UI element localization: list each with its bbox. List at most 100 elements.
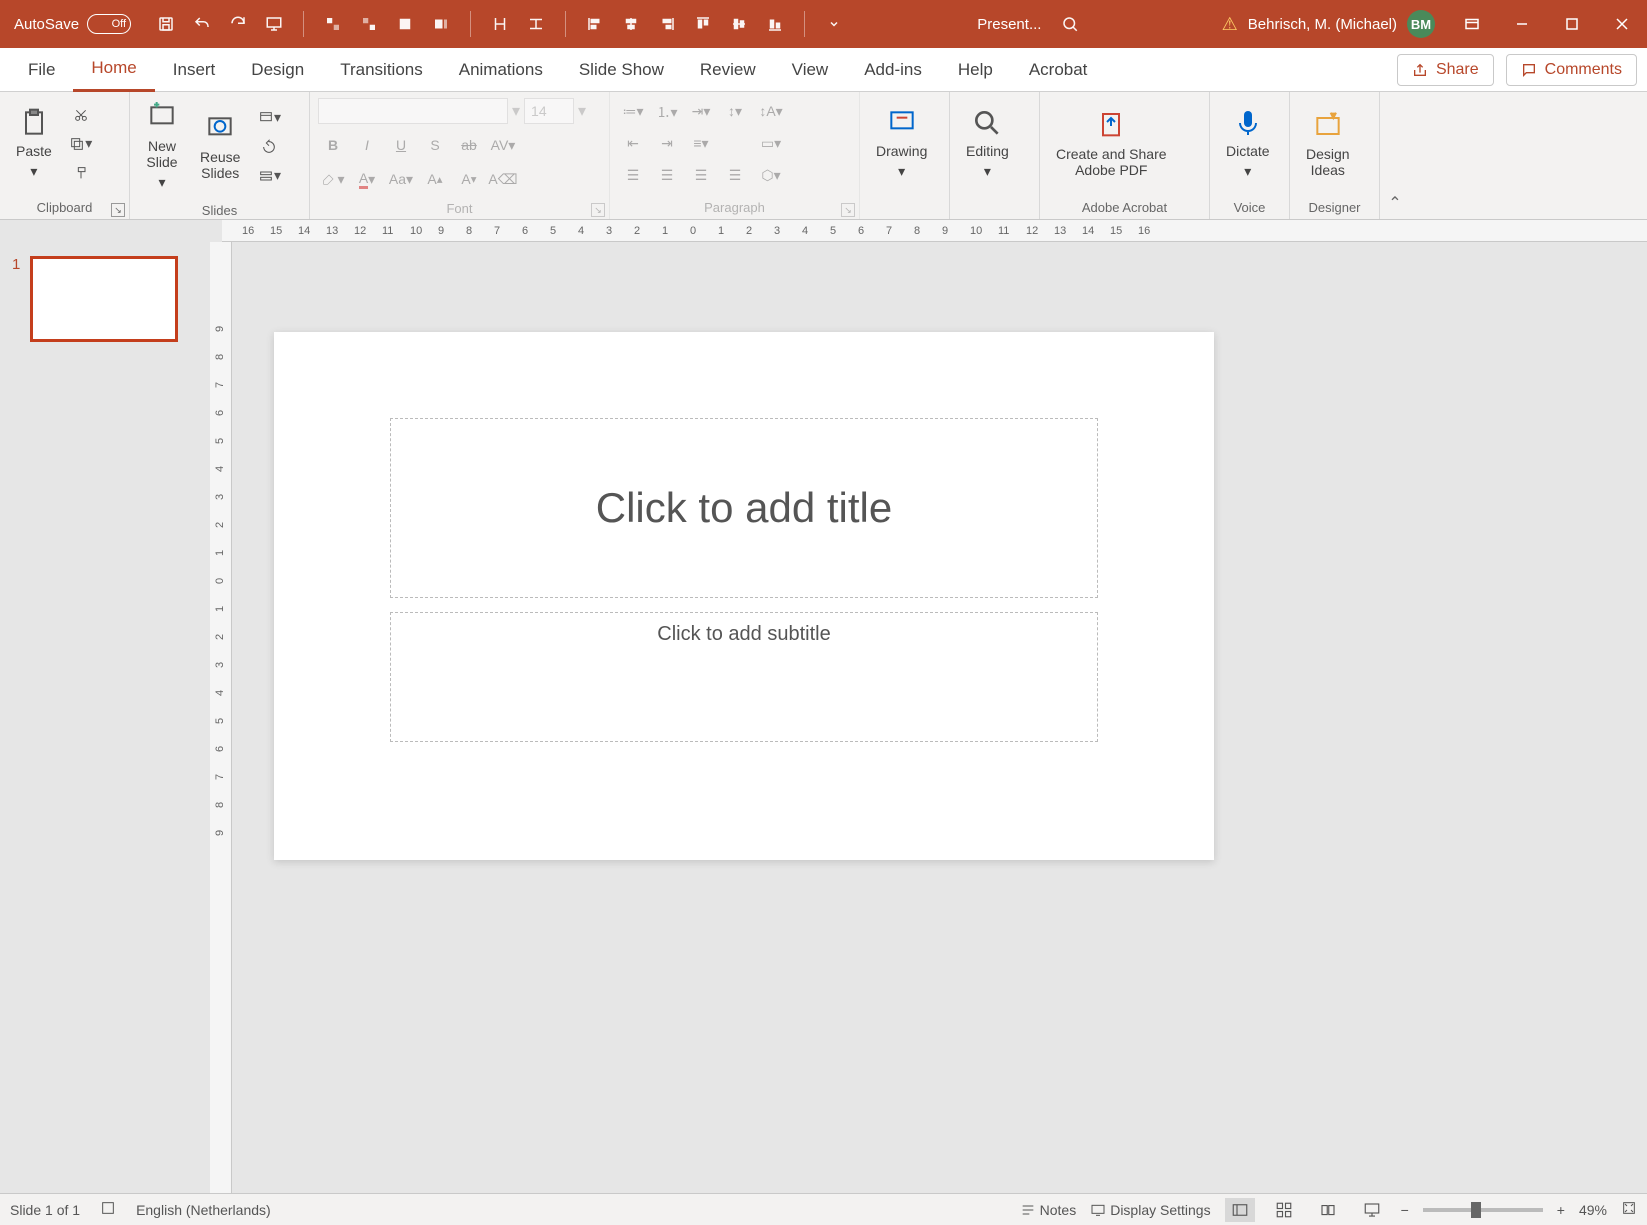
change-case-icon[interactable]: Aa▾ xyxy=(386,166,416,192)
qat-icon-4[interactable] xyxy=(428,11,454,37)
ribbon-display-icon[interactable] xyxy=(1447,0,1497,48)
tab-acrobat[interactable]: Acrobat xyxy=(1011,48,1106,92)
reuse-slides-button[interactable]: Reuse Slides xyxy=(192,109,248,185)
autosave-toggle[interactable]: AutoSave Off xyxy=(0,14,145,34)
qat-icon-6[interactable] xyxy=(523,11,549,37)
paste-button[interactable]: Paste ▾ xyxy=(8,103,60,184)
decrease-font-icon[interactable]: A▾ xyxy=(454,166,484,192)
drawing-button[interactable]: Drawing▾ xyxy=(868,103,935,184)
copy-icon[interactable]: ▾ xyxy=(66,131,96,157)
fit-to-window-icon[interactable] xyxy=(1621,1200,1637,1219)
paragraph-launcher[interactable]: ↘ xyxy=(841,203,855,217)
font-launcher[interactable]: ↘ xyxy=(591,203,605,217)
align-text-icon[interactable]: ≡▾ xyxy=(686,131,716,157)
tab-help[interactable]: Help xyxy=(940,48,1011,92)
reset-icon[interactable] xyxy=(254,134,284,160)
align-left-text-icon[interactable]: ☰ xyxy=(618,163,648,189)
reading-view-icon[interactable] xyxy=(1313,1198,1343,1222)
list-level-icon[interactable]: ⇥▾ xyxy=(686,99,716,125)
smartart-icon[interactable]: ⬡▾ xyxy=(756,163,786,189)
tab-review[interactable]: Review xyxy=(682,48,774,92)
qat-icon-1[interactable] xyxy=(320,11,346,37)
present-icon[interactable] xyxy=(261,11,287,37)
underline-icon[interactable]: U xyxy=(386,132,416,158)
redo-icon[interactable] xyxy=(225,11,251,37)
display-settings-button[interactable]: Display Settings xyxy=(1090,1202,1210,1218)
share-button[interactable]: Share xyxy=(1397,54,1494,86)
title-placeholder[interactable]: Click to add title xyxy=(390,418,1098,598)
align-right-text-icon[interactable]: ☰ xyxy=(686,163,716,189)
increase-indent-icon[interactable]: ⇥ xyxy=(652,131,682,157)
zoom-in-icon[interactable]: + xyxy=(1557,1202,1565,1218)
decrease-indent-icon[interactable]: ⇤ xyxy=(618,131,648,157)
font-name-input[interactable] xyxy=(318,98,508,124)
line-spacing-icon[interactable]: ↕▾ xyxy=(720,99,750,125)
tab-home[interactable]: Home xyxy=(73,48,154,92)
qat-icon-2[interactable] xyxy=(356,11,382,37)
tab-animations[interactable]: Animations xyxy=(441,48,561,92)
slide-thumbnail[interactable] xyxy=(30,256,178,342)
align-middle-icon[interactable] xyxy=(726,11,752,37)
font-color-icon[interactable]: A▾ xyxy=(352,166,382,192)
align-left-icon[interactable] xyxy=(582,11,608,37)
increase-font-icon[interactable]: A▴ xyxy=(420,166,450,192)
slide-canvas-area[interactable]: Click to add title Click to add subtitle xyxy=(232,242,1647,1193)
numbering-icon[interactable]: ⒈▾ xyxy=(652,99,682,125)
editing-button[interactable]: Editing▾ xyxy=(958,103,1017,184)
close-button[interactable] xyxy=(1597,0,1647,48)
clear-format-icon[interactable]: A⌫ xyxy=(488,166,518,192)
format-painter-icon[interactable] xyxy=(66,160,96,186)
save-icon[interactable] xyxy=(153,11,179,37)
zoom-slider[interactable] xyxy=(1423,1208,1543,1212)
tab-view[interactable]: View xyxy=(774,48,847,92)
char-spacing-icon[interactable]: AV▾ xyxy=(488,132,518,158)
comments-button[interactable]: Comments xyxy=(1506,54,1637,86)
align-top-icon[interactable] xyxy=(690,11,716,37)
cut-icon[interactable] xyxy=(66,102,96,128)
justify-icon[interactable]: ☰ xyxy=(720,163,750,189)
search-icon[interactable] xyxy=(1057,11,1083,37)
align-center-h-icon[interactable] xyxy=(618,11,644,37)
strikethrough-icon[interactable]: ab xyxy=(454,132,484,158)
design-ideas-button[interactable]: Design Ideas xyxy=(1298,106,1358,182)
zoom-level[interactable]: 49% xyxy=(1579,1202,1607,1218)
align-center-text-icon[interactable]: ☰ xyxy=(652,163,682,189)
qat-icon-3[interactable] xyxy=(392,11,418,37)
qat-more-icon[interactable] xyxy=(821,11,847,37)
tab-file[interactable]: File xyxy=(10,48,73,92)
thumbnail-item[interactable]: 1 xyxy=(12,256,198,342)
font-size-input[interactable]: 14 xyxy=(524,98,574,124)
normal-view-icon[interactable] xyxy=(1225,1198,1255,1222)
slide[interactable]: Click to add title Click to add subtitle xyxy=(274,332,1214,860)
subtitle-placeholder[interactable]: Click to add subtitle xyxy=(390,612,1098,742)
language-status[interactable]: English (Netherlands) xyxy=(136,1202,271,1218)
tab-addins[interactable]: Add-ins xyxy=(846,48,940,92)
qat-icon-5[interactable] xyxy=(487,11,513,37)
sorter-view-icon[interactable] xyxy=(1269,1198,1299,1222)
slideshow-view-icon[interactable] xyxy=(1357,1198,1387,1222)
bullets-icon[interactable]: ≔▾ xyxy=(618,99,648,125)
undo-icon[interactable] xyxy=(189,11,215,37)
user-account[interactable]: ⚠ Behrisch, M. (Michael) BM xyxy=(1210,10,1447,38)
create-pdf-button[interactable]: Create and Share Adobe PDF xyxy=(1048,106,1175,182)
tab-design[interactable]: Design xyxy=(233,48,322,92)
zoom-out-icon[interactable]: − xyxy=(1401,1202,1409,1218)
collapse-ribbon-icon[interactable]: ⌃ xyxy=(1380,92,1410,219)
accessibility-icon[interactable] xyxy=(100,1200,116,1219)
tab-insert[interactable]: Insert xyxy=(155,48,234,92)
align-right-icon[interactable] xyxy=(654,11,680,37)
align-text-v-icon[interactable]: ▭▾ xyxy=(756,131,786,157)
maximize-button[interactable] xyxy=(1547,0,1597,48)
section-icon[interactable]: ▾ xyxy=(254,163,284,189)
minimize-button[interactable] xyxy=(1497,0,1547,48)
italic-icon[interactable]: I xyxy=(352,132,382,158)
highlight-icon[interactable]: ▾ xyxy=(318,166,348,192)
clipboard-launcher[interactable]: ↘ xyxy=(111,203,125,217)
notes-button[interactable]: Notes xyxy=(1020,1202,1077,1218)
slide-count[interactable]: Slide 1 of 1 xyxy=(10,1202,80,1218)
shadow-icon[interactable]: S xyxy=(420,132,450,158)
dictate-button[interactable]: Dictate▾ xyxy=(1218,103,1278,184)
bold-icon[interactable]: B xyxy=(318,132,348,158)
tab-slideshow[interactable]: Slide Show xyxy=(561,48,682,92)
layout-icon[interactable]: ▾ xyxy=(254,105,284,131)
